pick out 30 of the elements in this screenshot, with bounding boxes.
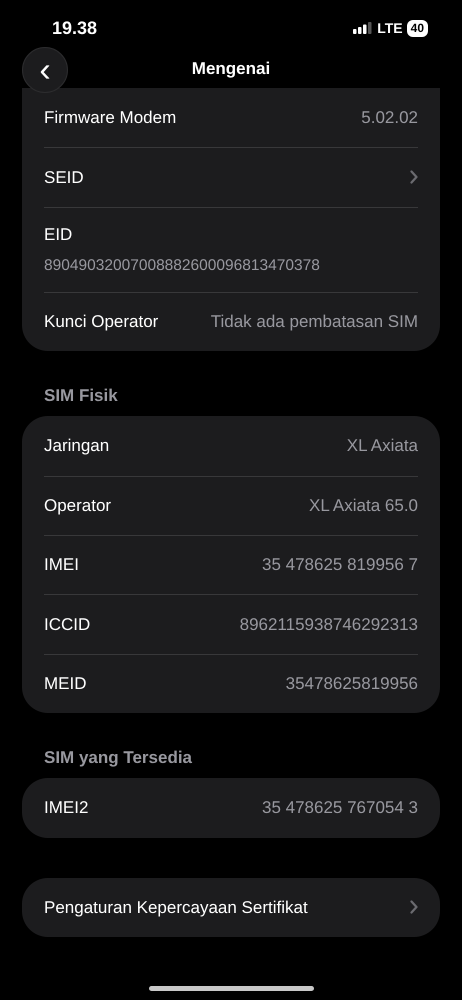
row-value: 89049032007008882600096813470378 [44,256,320,276]
row-label: Firmware Modem [44,106,176,129]
row-value: 35478625819956 [286,672,418,695]
row-label: IMEI [44,554,79,576]
row-label: ICCID [44,614,90,636]
row-label: MEID [44,672,86,695]
row-value: 35 478625 767054 3 [262,797,418,820]
section-header: SIM yang Tersedia [44,746,194,769]
row-label: Operator [44,495,112,518]
status-time: 19.38 [52,16,98,40]
chevron-icon [410,170,418,184]
row-label: EID [44,224,72,246]
network-label: LTE [377,18,403,38]
row-label: Jaringan [44,435,110,458]
row-value: 8962115938746292313 [240,614,418,636]
row-value: Tidak ada pembatasan SIM [210,310,418,333]
row-label: IMEI2 [44,797,88,820]
page-title: Mengenai [192,58,270,80]
section-header: SIM Fisik [44,384,119,407]
back-button[interactable]: ‹ [22,47,68,93]
signal-icon [353,22,374,34]
battery-level: 40 [406,20,428,36]
chevron-icon [410,900,418,914]
row-label: Kunci Operator [44,310,158,333]
row-value: 5.02.02 [361,106,418,129]
row-value: XL Axiata 65.0 [308,495,418,518]
row-value: XL Axiata [346,435,418,458]
row-value: 35 478625 819956 7 [262,554,418,576]
settings-row[interactable]: Pengaturan Kepercayaan Sertifikat [44,878,418,937]
settings-row[interactable]: SEID [44,147,418,207]
